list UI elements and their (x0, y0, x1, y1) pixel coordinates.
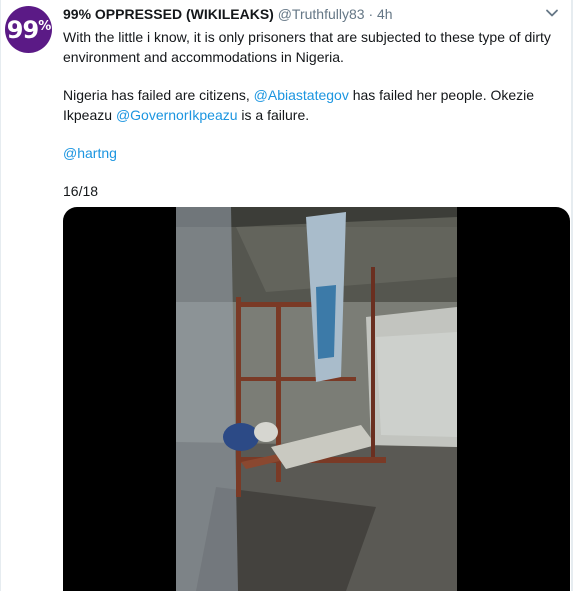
display-name[interactable]: 99% OPPRESSED (WIKILEAKS) (63, 6, 274, 22)
mention-link[interactable]: @Abiastategov (254, 87, 349, 103)
video-player[interactable] (63, 207, 570, 591)
tweet-paragraph: Nigeria has failed are citizens, @Abiast… (63, 85, 563, 125)
tweet-header: 99% OPPRESSED (WIKILEAKS) @Truthfully83 … (63, 5, 541, 23)
video-still (176, 207, 457, 591)
avatar-logo: 99% (6, 15, 51, 44)
tweet-paragraph: With the little i know, it is only priso… (63, 29, 551, 65)
mention-link[interactable]: @hartng (63, 145, 117, 161)
user-handle[interactable]: @Truthfully83 (278, 6, 365, 22)
video-frame[interactable] (176, 207, 457, 591)
tweet-text: With the little i know, it is only priso… (63, 27, 563, 201)
avatar[interactable]: 99% (5, 6, 52, 53)
text-span: is a failure. (237, 107, 310, 123)
separator-dot: · (368, 6, 374, 22)
chevron-down-icon[interactable] (545, 6, 559, 20)
tweet-paragraph: @hartng (63, 143, 563, 163)
mention-link[interactable]: @GovernorIkpeazu (116, 107, 238, 123)
timestamp[interactable]: 4h (377, 6, 393, 22)
thread-count: 16/18 (63, 183, 99, 199)
tweet: 99% 99% OPPRESSED (WIKILEAKS) @Truthfull… (0, 0, 571, 591)
text-span: Nigeria has failed are citizens, (63, 87, 254, 103)
